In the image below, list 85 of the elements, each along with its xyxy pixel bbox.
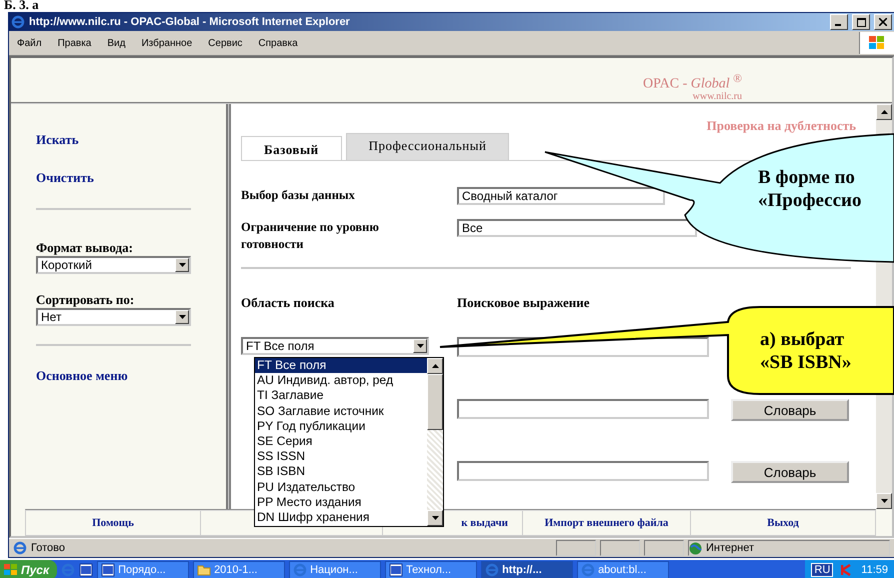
windows-flag-icon (4, 564, 18, 576)
search-input-field[interactable] (457, 461, 709, 481)
quick-launch-icon[interactable] (79, 563, 94, 577)
close-icon (879, 18, 887, 26)
dropdown-option[interactable]: SB ISBN (255, 464, 427, 480)
sort-select[interactable]: Нет (36, 308, 191, 326)
minimize-button[interactable] (830, 14, 848, 30)
windows-flag-icon (868, 35, 886, 51)
document-icon (79, 563, 94, 577)
document-icon (389, 563, 404, 577)
tab[interactable]: Профессиональный (346, 133, 510, 160)
dropdown-option[interactable]: PP Место издания (255, 494, 427, 510)
browser-icon (485, 563, 500, 577)
browser-icon (11, 15, 25, 29)
scroll-down-button[interactable] (876, 493, 892, 509)
up-arrow-icon (432, 364, 438, 368)
document-icon (101, 563, 116, 577)
browser-icon (293, 563, 308, 577)
tab[interactable]: Базовый (241, 136, 342, 160)
up-arrow-icon (880, 110, 888, 114)
scroll-down-button[interactable] (427, 510, 443, 526)
start-button[interactable]: Пуск (0, 560, 58, 578)
maximize-icon (856, 18, 866, 26)
scroll-up-button[interactable] (427, 358, 443, 374)
dictionary-button[interactable]: Словарь (731, 461, 849, 483)
down-arrow-icon (432, 516, 438, 520)
down-arrow-icon (880, 499, 888, 503)
maximize-button[interactable] (852, 14, 870, 30)
security-zone: Интернет (706, 542, 754, 554)
status-text: Готово (31, 542, 65, 554)
taskbar-button[interactable]: Национ... (289, 561, 382, 578)
menu-item[interactable]: Правка (50, 38, 100, 48)
dropdown-option[interactable]: SO Заглавие источник (255, 404, 427, 419)
dropdown-option[interactable]: SE Серия (255, 434, 427, 450)
dropdown-option[interactable]: PU Издательство (255, 480, 427, 495)
taskbar-button[interactable]: http://... (481, 561, 574, 578)
dropdown-option[interactable]: TI Заглавие (255, 388, 427, 404)
taskbar-button[interactable]: Технол... (385, 561, 478, 578)
readiness-select[interactable]: Все (457, 219, 697, 237)
window-title: http://www.nilc.ru - OPAC-Global - Microsoft Internet Explorer (29, 16, 351, 28)
scroll-thumb[interactable] (427, 374, 443, 430)
callout-text: В форме по «Профессио (758, 166, 862, 212)
browser-icon (581, 563, 596, 577)
menu-item[interactable]: Сервис (200, 38, 250, 48)
scroll-up-button[interactable] (876, 104, 892, 120)
menu-item[interactable]: Избранное (133, 38, 200, 48)
folder-icon (197, 563, 212, 577)
dropdown-option[interactable]: AU Индивид. автор, ред (255, 373, 427, 388)
column-heading: Поисковое выражение (457, 295, 590, 311)
callout-text: а) выбрат «SB ISBN» (760, 328, 852, 374)
footer-link[interactable]: Помощь (92, 517, 134, 529)
site-logo: OPAC - Global $^{®}$ (643, 72, 742, 92)
taskbar-button[interactable]: about:bl... (577, 561, 670, 578)
menu-item[interactable]: Файл (9, 38, 50, 48)
format-select[interactable]: Короткий (36, 256, 191, 274)
dictionary-button[interactable]: Словарь (731, 399, 849, 421)
field-label: Ограничение по уровню готовности (241, 219, 380, 253)
field-label: Выбор базы данных (241, 187, 356, 204)
sidebar-link[interactable]: Очистить (36, 170, 94, 186)
close-button[interactable] (874, 14, 892, 30)
dropdown-option[interactable]: SS ISSN (255, 449, 427, 464)
footer-link[interactable]: Импорт внешнего файла (544, 517, 668, 529)
page-icon (13, 541, 27, 555)
dropdown-option[interactable]: FT Все поля (255, 358, 427, 374)
clock: 11:59 (861, 564, 888, 576)
main-menu-link[interactable]: Основное меню (36, 368, 128, 384)
footer-link[interactable]: к выдачи (461, 517, 508, 529)
globe-icon (689, 542, 702, 554)
site-address: www.nilc.ru (692, 90, 742, 102)
database-select[interactable]: Сводный каталог (457, 187, 665, 205)
menu-item[interactable]: Справка (250, 38, 306, 48)
format-label: Формат вывода: (36, 240, 133, 256)
dropdown-option[interactable]: DN Шифр хранения (255, 510, 427, 526)
language-indicator[interactable]: RU (811, 563, 834, 577)
taskbar-button[interactable]: Порядо... (97, 561, 190, 578)
menu-item[interactable]: Вид (99, 38, 134, 48)
footer-link[interactable]: Выход (767, 517, 799, 529)
search-input-field[interactable] (457, 399, 709, 419)
sidebar-link[interactable]: Искать (36, 132, 79, 148)
slide-heading: Б. 3. а (3, 0, 40, 12)
column-heading: Область поиска (241, 295, 334, 311)
dropdown-option[interactable]: PY Год публикации (255, 418, 427, 434)
search-area-select[interactable]: FT Все поля (241, 337, 429, 355)
taskbar-button[interactable]: 2010-1... (193, 561, 286, 578)
sort-label: Сортировать по: (36, 292, 134, 308)
